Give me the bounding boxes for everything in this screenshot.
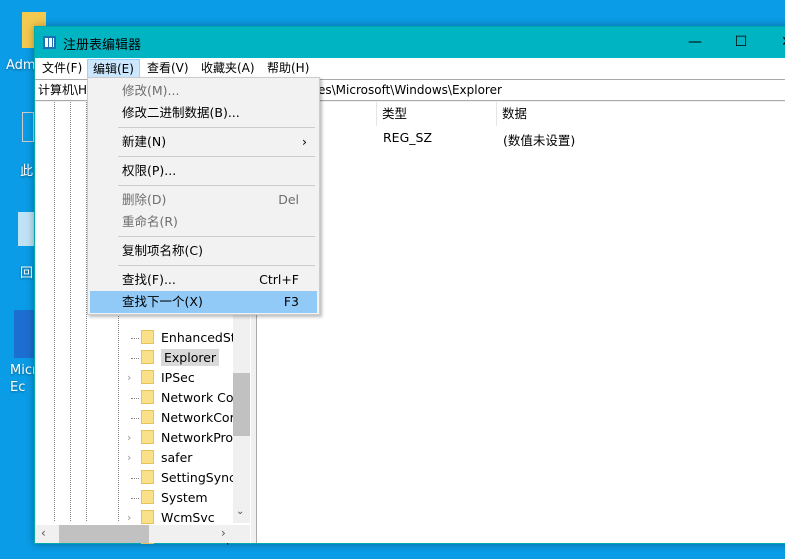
column-header-type[interactable]: 类型 — [377, 102, 497, 126]
menu-item-label: 查找(F)... — [122, 272, 176, 287]
desktop-icon-label: Micr Ec — [10, 363, 34, 395]
value-data[interactable]: (数值未设置) — [503, 130, 575, 149]
tree-node-label: System — [161, 490, 208, 505]
menu-item[interactable]: 新建(N) › — [90, 131, 317, 153]
menu-bar: 文件(F) 编辑(E) 查看(V) 收藏夹(A) 帮助(H) — [35, 58, 785, 79]
desktop-icon-label: 此 — [20, 164, 34, 179]
tree-node[interactable]: Explorer — [131, 348, 235, 368]
scroll-left-icon[interactable]: ‹ — [41, 526, 46, 540]
tree-node-label: safer — [161, 450, 193, 465]
tree-node[interactable]: › safer — [127, 448, 235, 468]
address-left: 计算机\H — [38, 83, 88, 97]
tree-node[interactable]: SettingSync — [131, 468, 236, 488]
menu-separator — [118, 127, 315, 128]
folder-icon — [141, 390, 154, 404]
menu-separator — [118, 156, 315, 157]
folder-icon — [141, 490, 154, 504]
folder-icon — [141, 410, 154, 424]
tree-connector — [131, 338, 139, 339]
menu-item[interactable]: 删除(D) Del — [90, 189, 317, 211]
tree-connector — [131, 398, 139, 399]
title-bar[interactable]: 注册表编辑器 — ☐ ✕ — [35, 27, 785, 58]
tree-node[interactable]: System — [131, 488, 235, 508]
desktop-icon-label: Adm — [6, 58, 36, 73]
tree-connector — [131, 498, 139, 499]
tree-connector — [131, 358, 139, 359]
menu-item[interactable]: 修改(M)... — [90, 80, 317, 102]
tree-connector — [131, 478, 139, 479]
menu-item-shortcut: F3 — [283, 294, 299, 309]
column-header-data[interactable]: 数据 — [497, 102, 785, 126]
this-pc-icon[interactable] — [22, 112, 34, 142]
scrollbar-thumb[interactable] — [59, 525, 149, 543]
maximize-button[interactable]: ☐ — [718, 27, 764, 58]
folder-icon — [141, 470, 154, 484]
tree-node-label: WcmSvc — [161, 510, 215, 525]
menu-separator — [118, 265, 315, 266]
recycle-bin-icon[interactable] — [18, 212, 34, 246]
address-right: es\Microsoft\Windows\Explorer — [318, 83, 502, 97]
menu-item[interactable]: 权限(P)... — [90, 160, 317, 182]
tree-node-label: NetworkCor — [161, 410, 235, 425]
edge-icon[interactable] — [14, 310, 34, 358]
menu-item-label: 新建(N) — [122, 134, 167, 149]
menu-item-label: 权限(P)... — [122, 163, 177, 178]
folder-icon — [141, 330, 154, 344]
tree-node[interactable]: › NetworkPro — [127, 428, 235, 448]
regedit-icon — [43, 36, 56, 49]
menu-item-shortcut: Ctrl+F — [259, 272, 299, 287]
menu-item[interactable]: 重命名(R) — [90, 211, 317, 233]
menu-edit[interactable]: 编辑(E) — [87, 59, 140, 79]
menu-favorites[interactable]: 收藏夹(A) — [196, 59, 260, 79]
submenu-arrow-icon: › — [302, 134, 307, 149]
tree-node-label: SettingSync — [161, 470, 236, 485]
tree-node-label: IPSec — [161, 370, 195, 385]
desktop-icon-label: 回 — [20, 266, 34, 281]
expand-chevron-icon[interactable]: › — [127, 368, 131, 388]
value-type[interactable]: REG_SZ — [383, 130, 432, 145]
menu-item-label: 重命名(R) — [122, 214, 178, 229]
folder-icon — [141, 430, 154, 444]
menu-item-label: 删除(D) — [122, 192, 167, 207]
menu-item-label: 修改(M)... — [122, 83, 180, 98]
menu-item-label: 查找下一个(X) — [122, 294, 203, 309]
tree-node[interactable]: Network Co — [131, 388, 235, 408]
folder-icon — [141, 450, 154, 464]
menu-item-shortcut: Del — [278, 192, 299, 207]
close-button[interactable]: ✕ — [764, 27, 785, 58]
menu-help[interactable]: 帮助(H) — [262, 59, 314, 79]
folder-icon — [141, 370, 154, 384]
menu-separator — [118, 185, 315, 186]
scroll-down-icon[interactable]: ⌄ — [236, 506, 244, 517]
menu-file[interactable]: 文件(F) — [37, 59, 87, 79]
menu-item[interactable]: 修改二进制数据(B)... — [90, 102, 317, 124]
folder-icon — [141, 350, 154, 364]
menu-item-label: 修改二进制数据(B)... — [122, 105, 240, 120]
tree-node-label: Explorer — [161, 349, 220, 366]
minimize-button[interactable]: — — [672, 27, 718, 58]
menu-item[interactable]: 查找(F)... Ctrl+F — [90, 269, 317, 291]
expand-chevron-icon[interactable]: › — [127, 448, 131, 468]
tree-node[interactable]: EnhancedStor — [131, 328, 248, 348]
scrollbar-thumb[interactable] — [233, 373, 250, 436]
tree-connector — [131, 418, 139, 419]
menu-item-label: 复制项名称(C) — [122, 243, 203, 258]
window-title: 注册表编辑器 — [63, 38, 142, 53]
menu-separator — [118, 236, 315, 237]
edit-menu-dropdown: 修改(M)... 修改二进制数据(B)... 新建(N) › 权限(P)... 删除(D)… — [87, 77, 320, 315]
tree-node[interactable]: NetworkCor — [131, 408, 235, 428]
scroll-right-icon[interactable]: › — [221, 526, 226, 540]
expand-chevron-icon[interactable]: › — [127, 428, 131, 448]
menu-item[interactable]: 复制项名称(C) — [90, 240, 317, 262]
menu-view[interactable]: 查看(V) — [142, 59, 194, 79]
folder-icon — [141, 510, 154, 524]
tree-node[interactable]: › IPSec — [127, 368, 235, 388]
menu-item[interactable]: 查找下一个(X) F3 — [90, 291, 317, 313]
tree-node-label: NetworkPro — [161, 430, 234, 445]
values-pane[interactable]: 类型 数据 REG_SZ (数值未设置) — [256, 102, 785, 543]
horizontal-scrollbar[interactable]: ‹ › — [36, 525, 250, 543]
tree-node-label: Network Co — [161, 390, 234, 405]
